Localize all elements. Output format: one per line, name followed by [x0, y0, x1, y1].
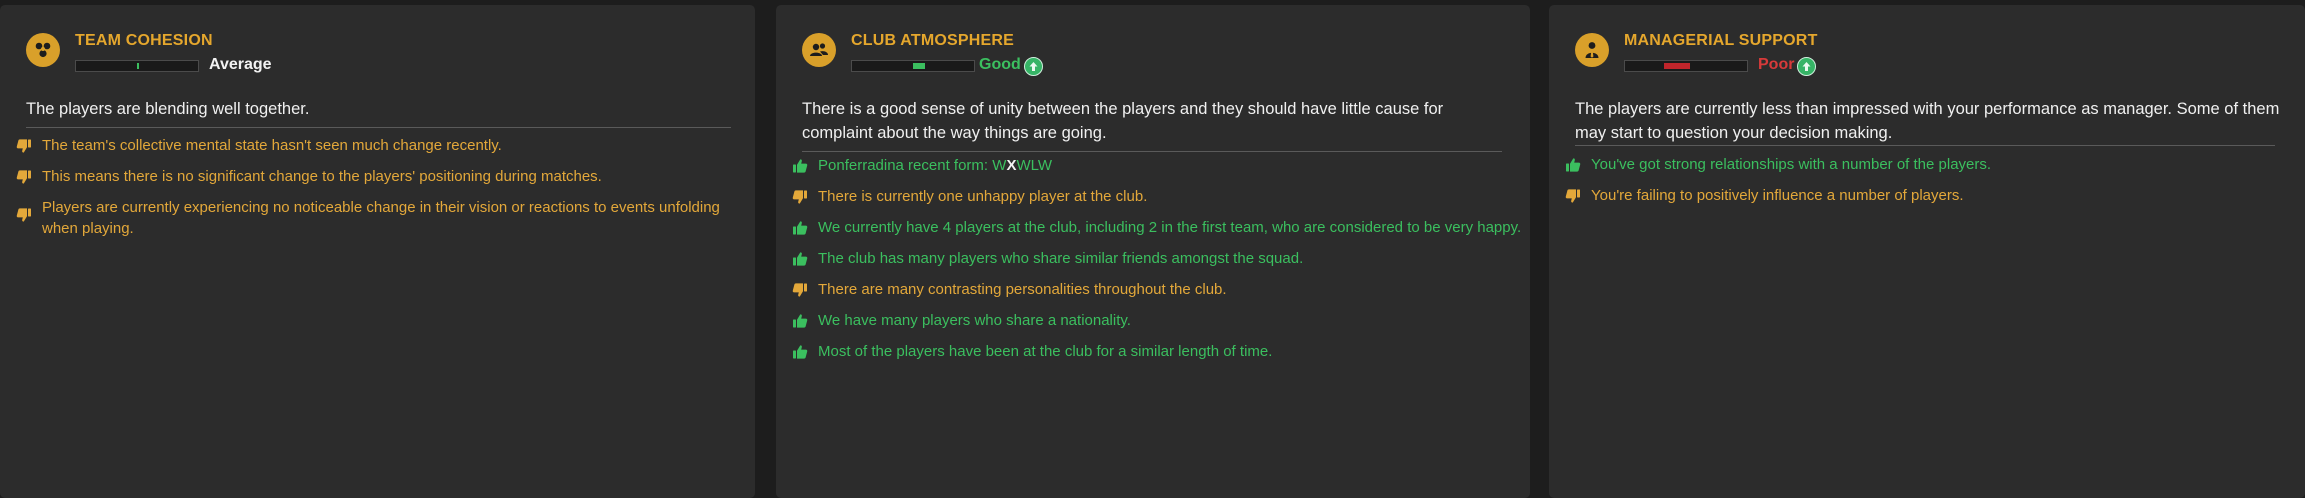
thumbs-down-icon [792, 283, 807, 297]
form-row: Ponferradina recent form: WXWLW [792, 155, 1522, 176]
meter-marker [1664, 63, 1690, 69]
fact-item: We currently have 4 players at the club,… [792, 217, 1522, 238]
up-arrow-icon [1024, 57, 1043, 76]
fact-text: You've got strong relationships with a n… [1591, 156, 1992, 173]
divider [1575, 145, 2275, 146]
rating-label: Good [979, 56, 1021, 73]
fact-item: There are many contrasting personalities… [792, 279, 1522, 300]
form-result: X [1006, 157, 1017, 174]
thumbs-up-icon [793, 221, 808, 235]
form-result: W [992, 157, 1007, 174]
meter-marker [913, 63, 925, 69]
cohesion-icon [26, 33, 60, 67]
panel-title: CLUB ATMOSPHERE [851, 32, 1014, 49]
thumbs-up-icon [793, 345, 808, 359]
fact-text: We currently have 4 players at the club,… [818, 219, 1522, 236]
rating-label: Poor [1758, 56, 1795, 73]
divider [26, 127, 731, 128]
fact-list: You've got strong relationships with a n… [1565, 154, 2295, 206]
up-arrow-icon [1797, 57, 1816, 76]
managerial-support-panel: MANAGERIAL SUPPORT Poor The players are … [1549, 5, 2305, 498]
thumbs-down-icon [792, 190, 807, 204]
fact-list: Ponferradina recent form: WXWLW There is… [792, 155, 1522, 362]
fact-list: The team's collective mental state hasn'… [16, 135, 736, 239]
team-cohesion-panel: TEAM COHESION Average The players are bl… [0, 5, 755, 498]
rating-label: Average [209, 56, 272, 73]
fact-text: There is currently one unhappy player at… [818, 188, 1148, 205]
fact-text: Most of the players have been at the clu… [818, 343, 1273, 360]
rating-meter [851, 60, 975, 72]
thumbs-up-icon [1566, 158, 1581, 172]
fact-item: You've got strong relationships with a n… [1565, 154, 2295, 175]
thumbs-up-icon [793, 159, 808, 173]
divider [802, 151, 1502, 152]
fact-text: Players are currently experiencing no no… [42, 199, 720, 237]
fact-item: Most of the players have been at the clu… [792, 341, 1522, 362]
fact-item: We have many players who share a nationa… [792, 310, 1522, 331]
rating-meter [1624, 60, 1748, 72]
fact-item: You're failing to positively influence a… [1565, 185, 2295, 206]
panel-title: TEAM COHESION [75, 32, 213, 49]
thumbs-down-icon [1565, 189, 1580, 203]
form-result: L [1030, 157, 1038, 174]
panel-description: There is a good sense of unity between t… [802, 100, 1444, 142]
panel-description: The players are currently less than impr… [1575, 100, 2280, 142]
fact-text: We have many players who share a nationa… [818, 312, 1131, 329]
fact-text: You're failing to positively influence a… [1591, 187, 1964, 204]
fact-item: This means there is no significant chang… [16, 166, 736, 187]
panel-description: The players are blending well together. [26, 100, 310, 118]
form-result: W [1016, 157, 1031, 174]
rating-meter [75, 60, 199, 72]
panel-title: MANAGERIAL SUPPORT [1624, 32, 1818, 49]
thumbs-up-icon [793, 314, 808, 328]
form-label: Ponferradina recent form: [818, 157, 989, 174]
thumbs-down-icon [16, 170, 31, 184]
thumbs-down-icon [16, 208, 31, 222]
thumbs-up-icon [793, 252, 808, 266]
fact-text: This means there is no significant chang… [42, 168, 602, 185]
manager-icon [1575, 33, 1609, 67]
fact-item: The club has many players who share simi… [792, 248, 1522, 269]
meter-marker [137, 63, 139, 69]
fact-text: There are many contrasting personalities… [818, 281, 1227, 298]
fact-item: Players are currently experiencing no no… [16, 197, 736, 239]
fact-text: The club has many players who share simi… [818, 250, 1304, 267]
thumbs-down-icon [16, 139, 31, 153]
fact-item: The team's collective mental state hasn'… [16, 135, 736, 156]
group-icon [802, 33, 836, 67]
form-result: W [1037, 157, 1053, 174]
fact-text: The team's collective mental state hasn'… [42, 137, 502, 154]
club-atmosphere-panel: CLUB ATMOSPHERE Good There is a good sen… [776, 5, 1530, 498]
fact-item: There is currently one unhappy player at… [792, 186, 1522, 207]
